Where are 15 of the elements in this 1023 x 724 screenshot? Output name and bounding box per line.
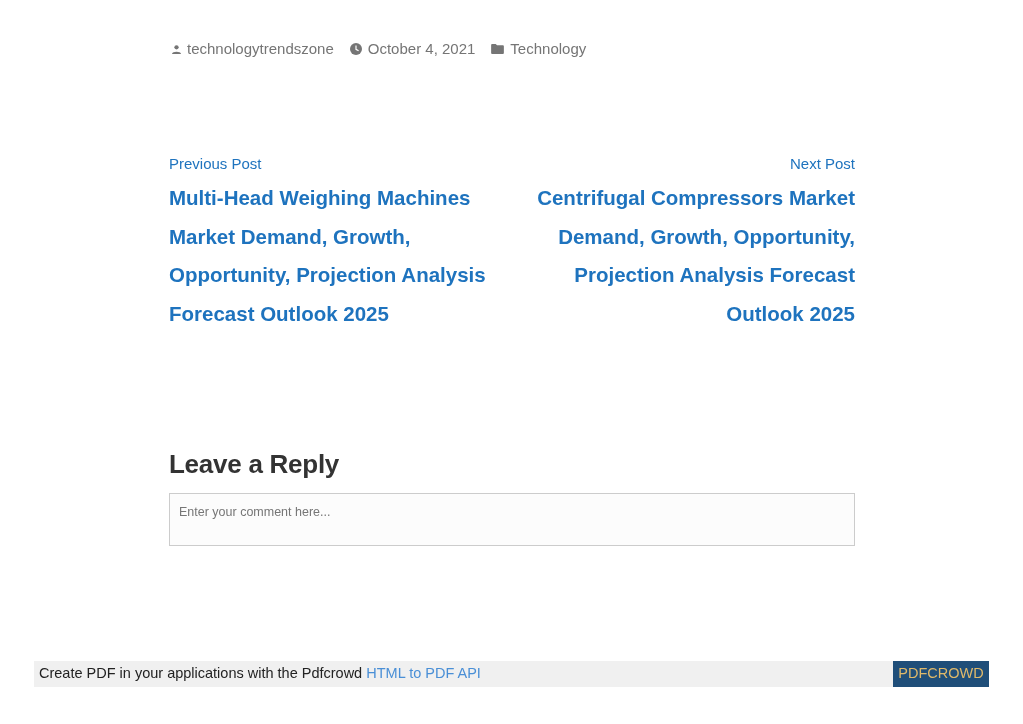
comment-field[interactable]: Enter your comment here...: [169, 493, 855, 546]
previous-post-link[interactable]: Multi-Head Weighing Machines Market Demand, Growth, Opportunity, Projection Analysis Forecast Outlook 2025: [169, 179, 501, 333]
html-to-pdf-link[interactable]: HTML to PDF API: [366, 665, 481, 682]
clock-icon: [349, 43, 362, 55]
next-post-label[interactable]: Next Post: [789, 154, 855, 174]
pdfcrowd-button[interactable]: PDFCROWD: [893, 661, 989, 687]
post-meta-link[interactable]: Technology: [510, 37, 587, 61]
folder-icon: [491, 44, 505, 54]
person-icon: [172, 44, 181, 54]
post-meta-link[interactable]: technologytrendszone: [187, 37, 334, 61]
previous-post-label[interactable]: Previous Post: [169, 154, 262, 174]
post-meta-link[interactable]: October 4, 2021: [367, 37, 476, 61]
comments-heading: Leave a Reply: [169, 448, 340, 480]
next-post-link[interactable]: Centrifugal Compressors Market Demand, Growth, Opportunity, Projection Analysis Forecast Outlook 2025: [523, 179, 855, 333]
footer-text: Create PDF in your applications with the Pdfcrowd HTML to PDF API: [39, 664, 481, 684]
